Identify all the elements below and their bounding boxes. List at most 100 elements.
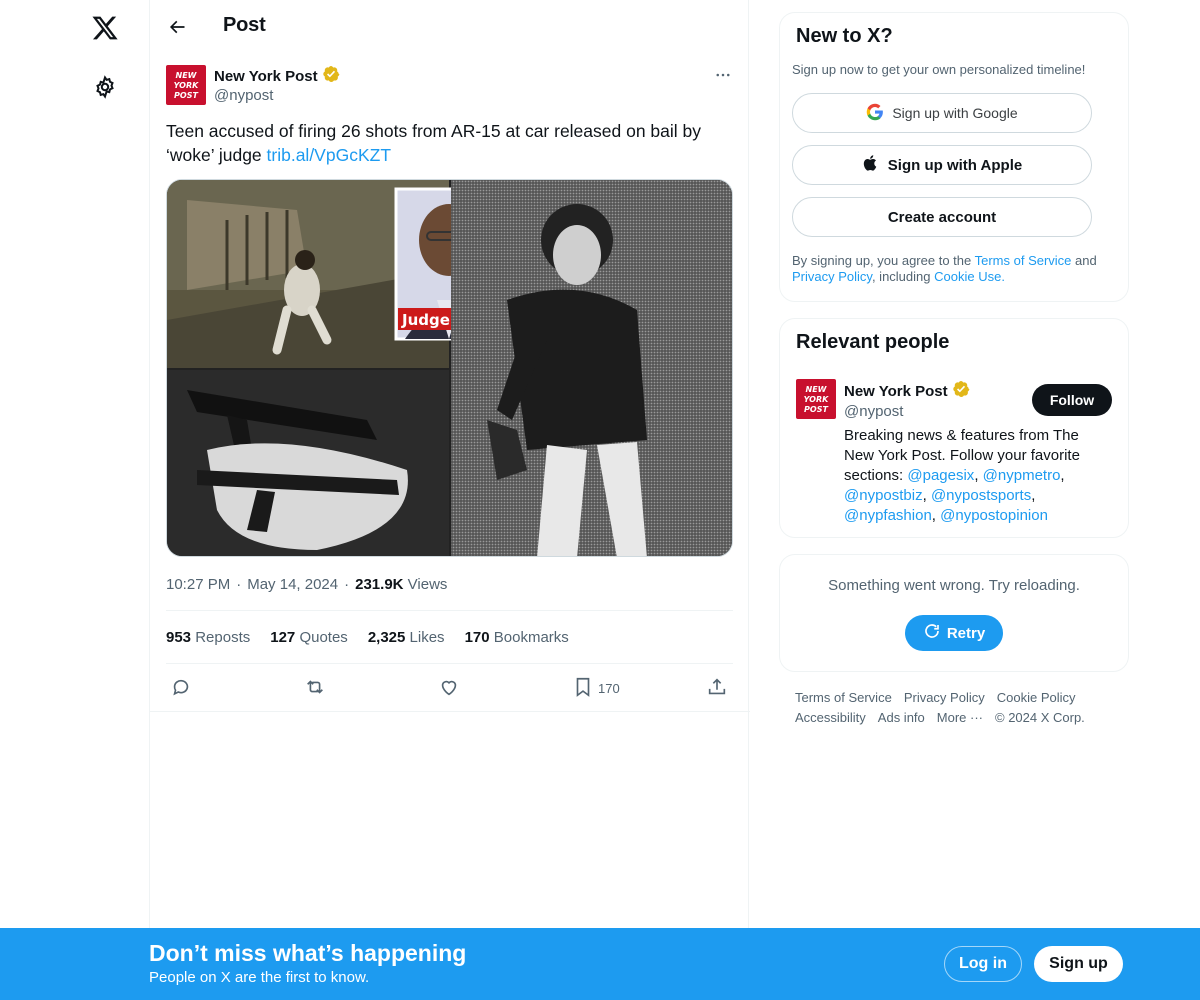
footer-link[interactable]: More ··· xyxy=(937,710,983,725)
bookmark-icon xyxy=(572,676,594,701)
google-signup-button[interactable]: Sign up with Google xyxy=(792,93,1092,133)
post-date[interactable]: May 14, 2024 xyxy=(247,576,338,593)
mention-link[interactable]: @pagesix xyxy=(907,467,974,484)
author-name-text: New York Post xyxy=(214,67,318,85)
post-link[interactable]: trib.al/VpGcKZT xyxy=(267,145,391,165)
avatar-text-1: NEW xyxy=(806,385,828,394)
stat-likes[interactable]: 2,325 Likes xyxy=(368,629,445,646)
stat-bookmarks[interactable]: 170 Bookmarks xyxy=(465,629,569,646)
relevant-bio: Breaking news & features from The New Yo… xyxy=(844,427,1080,524)
bookmark-count: 170 xyxy=(598,680,620,696)
avatar-text-3: POST xyxy=(174,91,198,100)
login-button[interactable]: Log in xyxy=(944,946,1022,982)
follow-button[interactable]: Follow xyxy=(1032,384,1112,416)
post-text-body: Teen accused of firing 26 shots from AR-… xyxy=(166,121,702,165)
copyright: © 2024 X Corp. xyxy=(995,710,1085,725)
repost-icon xyxy=(304,676,326,701)
verified-badge-icon xyxy=(322,65,340,87)
like-button[interactable] xyxy=(438,674,460,702)
cookie-link[interactable]: Cookie Use xyxy=(934,269,1001,284)
google-icon xyxy=(866,103,884,124)
gear-icon[interactable] xyxy=(93,75,117,99)
meta-separator: · xyxy=(236,576,242,593)
share-button[interactable] xyxy=(706,674,728,702)
more-icon[interactable] xyxy=(712,64,734,86)
apple-icon xyxy=(862,154,880,176)
banner-title: Don’t miss what’s happening xyxy=(149,940,467,966)
relevant-name[interactable]: New York Post xyxy=(844,380,970,402)
terms-link[interactable]: Terms of Service xyxy=(975,253,1072,268)
mention-link[interactable]: @nypostsports xyxy=(931,487,1031,504)
author-name[interactable]: New York Post xyxy=(214,65,340,87)
avatar-text-2: YORK xyxy=(804,395,829,404)
mention-link[interactable]: @nypmetro xyxy=(983,467,1061,484)
footer-links: Terms of Service Privacy Policy Cookie Pol… xyxy=(795,688,1125,728)
mention-link[interactable]: @nypostbiz xyxy=(844,487,923,504)
signup-button[interactable]: Sign up xyxy=(1034,946,1123,982)
signup-title: New to X? xyxy=(796,25,893,47)
action-bar: 170 xyxy=(166,674,733,702)
verified-badge-icon xyxy=(952,380,970,402)
footer-link[interactable]: Privacy Policy xyxy=(904,690,985,705)
page-title: Post xyxy=(223,14,266,36)
footer-link[interactable]: Terms of Service xyxy=(795,690,892,705)
signup-card: New to X? Sign up now to get your own pe… xyxy=(779,12,1129,302)
error-card: Something went wrong. Try reloading. Ret… xyxy=(779,554,1129,672)
footer-link[interactable]: Accessibility xyxy=(795,710,866,725)
footer-link[interactable]: Cookie Policy xyxy=(997,690,1076,705)
retry-button[interactable]: Retry xyxy=(905,615,1003,651)
author-handle[interactable]: @nypost xyxy=(214,87,273,104)
stat-label: Likes xyxy=(409,629,445,646)
relevant-title: Relevant people xyxy=(796,331,950,353)
bookmark-button[interactable]: 170 xyxy=(572,674,620,702)
mention-link[interactable]: @nypostopinion xyxy=(940,507,1048,524)
views-count: 231.9K xyxy=(355,576,404,593)
media-label: Judge xyxy=(401,311,450,329)
signup-banner: Don’t miss what’s happening People on X … xyxy=(0,928,1200,1000)
arrow-left-icon[interactable] xyxy=(166,16,188,38)
avatar[interactable]: NEW YORK POST xyxy=(166,65,206,105)
stat-count: 953 xyxy=(166,629,192,646)
privacy-link[interactable]: Privacy Policy xyxy=(792,269,872,284)
relevant-people-card: Relevant people NEW YORK POST New York P… xyxy=(779,318,1129,538)
stat-label: Reposts xyxy=(195,629,251,646)
stat-label: Bookmarks xyxy=(493,629,569,646)
google-signup-label: Sign up with Google xyxy=(892,105,1018,121)
avatar-text-2: YORK xyxy=(174,81,199,90)
relevant-name-text: New York Post xyxy=(844,382,948,400)
avatar-text-1: NEW xyxy=(176,71,198,80)
legal-text: , including xyxy=(871,269,935,284)
create-account-label: Create account xyxy=(887,208,997,226)
stat-count: 2,325 xyxy=(367,629,406,646)
heart-icon xyxy=(438,676,460,701)
footer-link[interactable]: Ads info xyxy=(878,710,925,725)
relevant-handle[interactable]: @nypost xyxy=(844,403,903,420)
legal-text: and xyxy=(1071,253,1097,268)
stat-count: 170 xyxy=(464,629,490,646)
post-time[interactable]: 10:27 PM xyxy=(166,576,230,593)
repost-button[interactable] xyxy=(304,674,326,702)
reply-icon xyxy=(170,676,192,701)
apple-signup-label: Sign up with Apple xyxy=(887,156,1023,174)
avatar-text-3: POST xyxy=(804,405,828,414)
post-image[interactable]: Judge xyxy=(166,179,733,557)
divider xyxy=(150,711,750,712)
top-bar: Post xyxy=(150,0,750,54)
reply-button[interactable] xyxy=(170,674,192,702)
retry-label: Retry xyxy=(946,624,986,642)
banner-subtitle: People on X are the first to know. xyxy=(149,969,370,986)
share-icon xyxy=(706,676,728,701)
divider xyxy=(166,610,733,611)
post-meta: 10:27 PM · May 14, 2024 · 231.9K Views xyxy=(166,576,447,593)
stat-quotes[interactable]: 127 Quotes xyxy=(270,629,348,646)
create-account-button[interactable]: Create account xyxy=(792,197,1092,237)
stat-reposts[interactable]: 953 Reposts xyxy=(166,629,250,646)
x-logo-icon[interactable] xyxy=(91,14,119,42)
avatar[interactable]: NEW YORK POST xyxy=(796,379,836,419)
stat-count: 127 xyxy=(270,629,296,646)
apple-signup-button[interactable]: Sign up with Apple xyxy=(792,145,1092,185)
views-label: Views xyxy=(407,576,448,593)
divider xyxy=(166,663,733,664)
mention-link[interactable]: @nypfashion xyxy=(844,507,932,524)
error-message: Something went wrong. Try reloading. xyxy=(828,577,1080,594)
